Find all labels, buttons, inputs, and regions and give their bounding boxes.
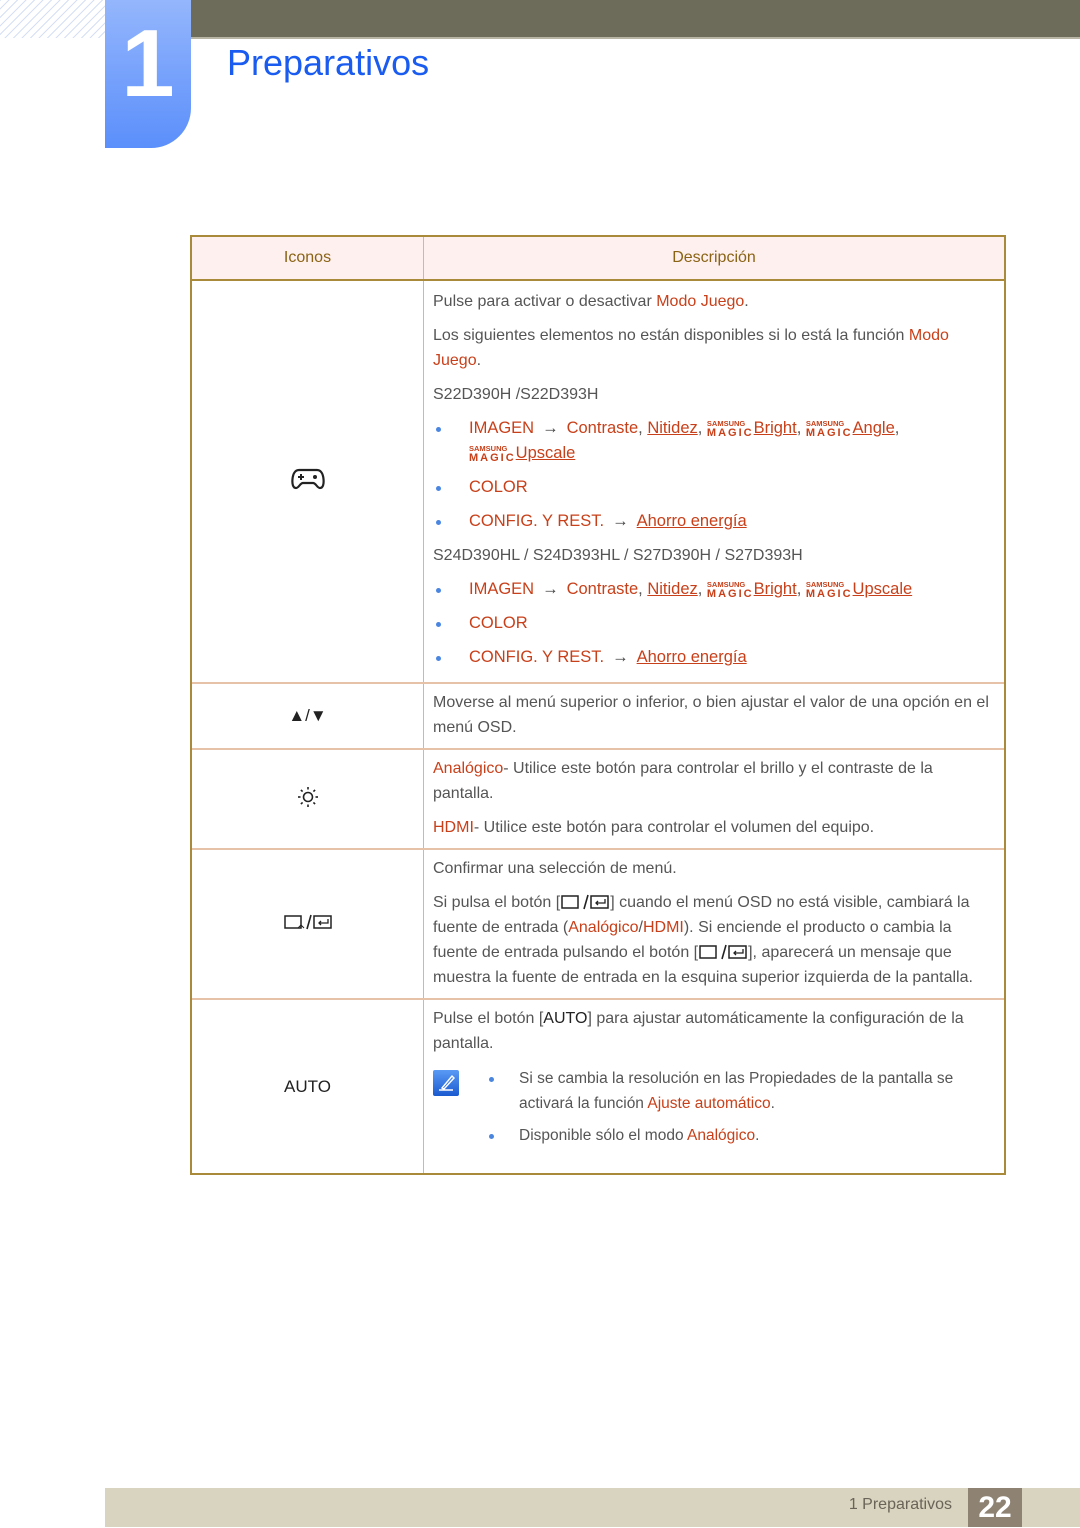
table-row: Confirmar una selección de menú. Si puls… (190, 848, 1006, 999)
gamepad-icon (290, 468, 325, 490)
samsung-magic-logo: SAMSUNG MAGIC (706, 580, 754, 600)
list-item: COLOR (433, 475, 992, 500)
description-text: Los siguientes elementos no están dispon… (433, 327, 949, 369)
description-text: Pulse el botón [AUTO] para ajustar autom… (433, 1010, 964, 1052)
chapter-number: 1 (121, 10, 175, 117)
description-text: Si pulsa el botón [] cuando el menú OSD … (433, 894, 973, 986)
note-pencil-icon (433, 1070, 459, 1096)
ajuste-automatico-term: Ajuste automático (647, 1095, 771, 1112)
note-list: Si se cambia la resolución en las Propie… (485, 1066, 992, 1155)
unavailable-list: IMAGEN → Contraste, Nitidez, SAMSUNG MAGIC B… (433, 577, 992, 670)
analogico-term: Analógico (433, 760, 504, 777)
nitidez-link[interactable]: Nitidez (647, 419, 697, 437)
samsung-magic-logo: SAMSUNG MAGIC (469, 444, 516, 464)
icon-cell (190, 279, 424, 683)
source-enter-icon (561, 894, 609, 910)
up-down-arrows-icon: ▲/▼ (288, 706, 327, 725)
column-header-description: Descripción (423, 235, 1006, 281)
magic-upscale-link[interactable]: Upscale (853, 580, 913, 598)
description-text: Moverse al menú superior o inferior, o b… (433, 694, 989, 736)
source-enter-icon (699, 944, 747, 960)
page-number: 22 (968, 1488, 1022, 1527)
table-row: Analógico- Utilice este botón para contr… (190, 748, 1006, 849)
list-item: IMAGEN → Contraste, Nitidez, SAMSUNG MAGIC B… (433, 577, 992, 602)
table-row: AUTO Pulse el botón [AUTO] para ajustar … (190, 998, 1006, 1175)
model-list: S22D390H /S22D393H (433, 386, 599, 403)
unavailable-list: IMAGEN → Contraste, Nitidez, SAMSUNG MAGIC B… (433, 416, 992, 534)
list-item: Si se cambia la resolución en las Propie… (485, 1066, 992, 1116)
description-text: HDMI- Utilice este botón para controlar … (433, 819, 875, 836)
ahorro-energia-link[interactable]: Ahorro energía (637, 512, 747, 530)
description-cell: Analógico- Utilice este botón para contr… (423, 748, 1006, 849)
description-cell: Moverse al menú superior o inferior, o b… (423, 682, 1006, 749)
hdmi-term: HDMI (433, 819, 474, 836)
list-item: CONFIG. Y REST. → Ahorro energía (433, 509, 992, 534)
list-item: IMAGEN → Contraste, Nitidez, SAMSUNG MAGIC B… (433, 416, 992, 466)
header-bar (190, 0, 1080, 39)
description-cell: Confirmar una selección de menú. Si puls… (423, 848, 1006, 999)
header-decoration (0, 0, 105, 38)
magic-bright-link[interactable]: Bright (754, 580, 797, 598)
icons-table: Iconos Descripción Pulse para activar o … (190, 235, 1006, 1175)
brightness-icon (297, 786, 318, 807)
table-row: ▲/▼ Moverse al menú superior o inferior,… (190, 682, 1006, 749)
auto-key: AUTO (543, 1010, 588, 1027)
list-item: Disponible sólo el modo Analógico. (485, 1123, 992, 1148)
ahorro-energia-link[interactable]: Ahorro energía (637, 648, 747, 666)
description-cell: Pulse el botón [AUTO] para ajustar autom… (423, 998, 1006, 1175)
hdmi-term: HDMI (642, 919, 684, 936)
auto-button-label: AUTO (284, 1076, 331, 1096)
table-row: Pulse para activar o desactivar Modo Jue… (190, 279, 1006, 683)
icon-cell (190, 848, 424, 999)
page-footer: 1 Preparativos 22 (105, 1488, 1080, 1527)
icon-cell: AUTO (190, 998, 424, 1175)
chapter-tab: 1 (105, 0, 191, 148)
footer-section-label: 1 Preparativos (848, 1496, 952, 1513)
modo-juego-term: Modo Juego (656, 293, 745, 310)
magic-upscale-link[interactable]: Upscale (516, 444, 576, 462)
analogico-term: Analógico (687, 1127, 756, 1144)
list-item: COLOR (433, 611, 992, 636)
table-header-row: Iconos Descripción (190, 235, 1006, 281)
description-cell: Pulse para activar o desactivar Modo Jue… (423, 279, 1006, 683)
source-enter-icon (283, 914, 332, 929)
samsung-magic-logo: SAMSUNG MAGIC (805, 419, 853, 439)
description-text: Analógico- Utilice este botón para contr… (433, 760, 933, 802)
icon-cell: ▲/▼ (190, 682, 424, 749)
samsung-magic-logo: SAMSUNG MAGIC (706, 419, 754, 439)
column-header-icons: Iconos (190, 235, 424, 281)
icon-cell (190, 748, 424, 849)
model-list: S24D390HL / S24D393HL / S27D390H / S27D3… (433, 547, 803, 564)
note: Si se cambia la resolución en las Propie… (433, 1066, 992, 1155)
description-text: Pulse para activar o desactivar Modo Jue… (433, 293, 749, 310)
page-title: Preparativos (227, 42, 430, 83)
description-text: Confirmar una selección de menú. (433, 860, 677, 877)
nitidez-link[interactable]: Nitidez (647, 580, 697, 598)
magic-angle-link[interactable]: Angle (853, 419, 895, 437)
samsung-magic-logo: SAMSUNG MAGIC (805, 580, 853, 600)
analogico-term: Analógico (568, 919, 639, 936)
magic-bright-link[interactable]: Bright (754, 419, 797, 437)
list-item: CONFIG. Y REST. → Ahorro energía (433, 645, 992, 670)
